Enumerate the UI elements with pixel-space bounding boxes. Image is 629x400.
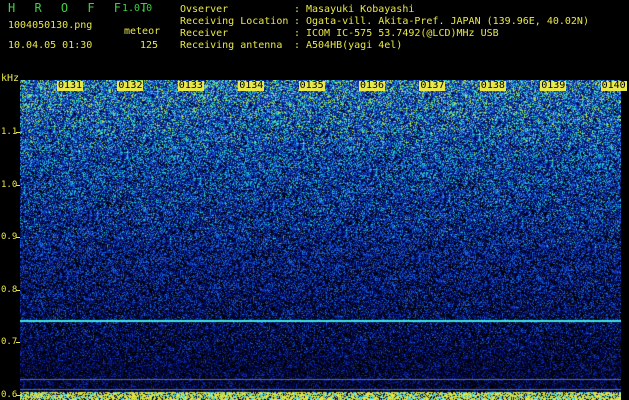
spectrogram-canvas <box>20 80 621 400</box>
x-tick-label: 0133 <box>177 80 204 91</box>
location-colon: : <box>294 16 301 27</box>
x-tick-label: 0139 <box>540 80 567 91</box>
y-tick-label: 0.6 <box>1 389 18 400</box>
observer-label: Ovserver <box>180 4 229 15</box>
y-tick-mark <box>16 237 20 239</box>
y-tick-label: 1.1 <box>1 127 18 138</box>
y-tick-mark <box>16 132 20 134</box>
antenna-colon: : <box>294 40 301 51</box>
file-name: 1004050130.png <box>8 20 93 31</box>
x-tick-label: 0137 <box>419 80 446 91</box>
meteor-count: 125 <box>140 40 159 51</box>
y-tick-label: 1.0 <box>1 179 18 190</box>
location-value: Ogata-vill. Akita-Pref. JAPAN (139.96E, … <box>306 16 589 27</box>
app-version: 1.0.0 <box>122 3 153 14</box>
x-tick-label: 0138 <box>479 80 506 91</box>
x-tick-label: 0131 <box>57 80 84 91</box>
antenna-label: Receiving antenna <box>180 40 283 51</box>
receiver-label: Receiver <box>180 28 229 39</box>
datetime: 10.04.05 01:30 <box>8 40 93 51</box>
x-tick-label: 0134 <box>238 80 265 91</box>
location-label: Receiving Location <box>180 16 289 27</box>
y-tick-mark <box>16 394 20 396</box>
observer-colon: : <box>294 4 301 15</box>
observer-value: Masayuki Kobayashi <box>306 4 415 15</box>
antenna-value: A504HB(yagi 4el) <box>306 40 403 51</box>
y-tick-label: 0.9 <box>1 232 18 243</box>
y-tick-mark <box>16 342 20 344</box>
receiver-value: ICOM IC-575 53.7492(@LCD)MHz USB <box>306 28 499 39</box>
x-tick-label: 0140 <box>600 80 627 91</box>
mode-label: meteor <box>124 26 161 37</box>
y-tick-label: 0.8 <box>1 284 18 295</box>
x-tick-label: 0136 <box>359 80 386 91</box>
y-tick-mark <box>16 184 20 186</box>
x-tick-label: 0132 <box>117 80 144 91</box>
y-tick-label: 0.7 <box>1 337 18 348</box>
y-axis-unit: kHz <box>1 73 20 84</box>
y-tick-mark <box>16 289 20 291</box>
x-tick-label: 0135 <box>298 80 325 91</box>
receiver-colon: : <box>294 28 301 39</box>
